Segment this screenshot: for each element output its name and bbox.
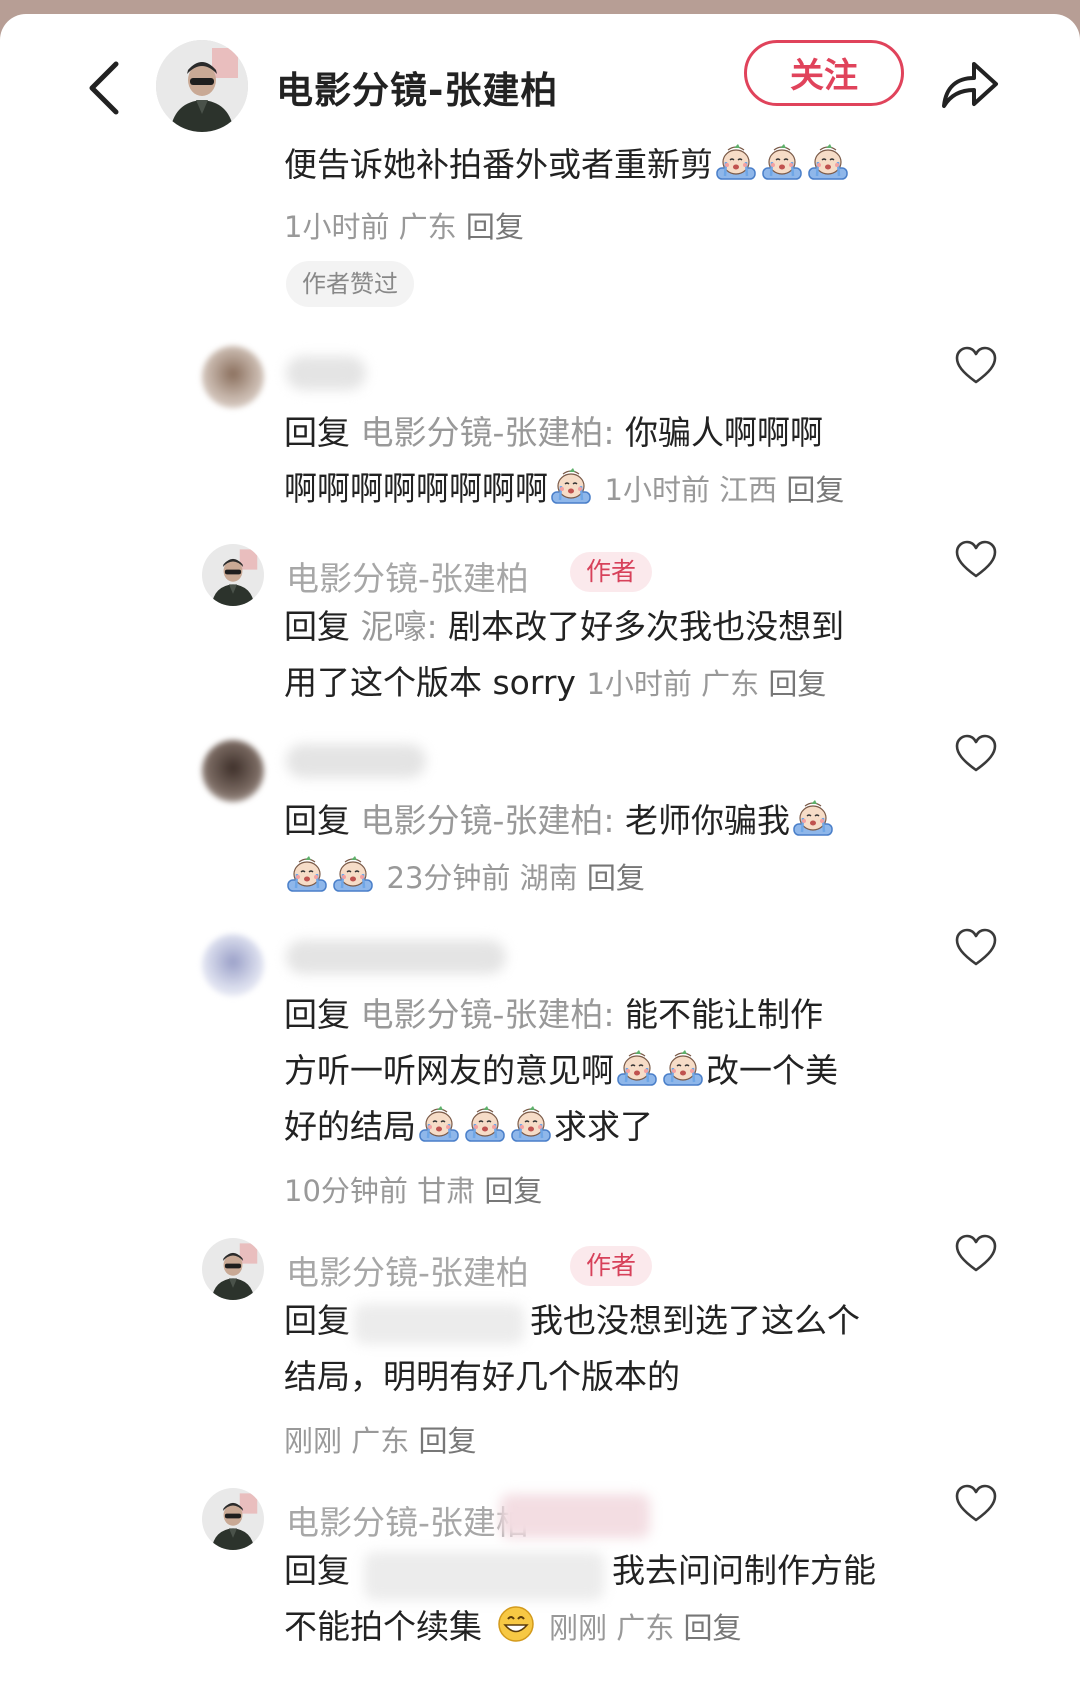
comment-meta: 1小时前 广东 回复 (284, 210, 524, 244)
comment-panel: 电影分镜-张建柏 关注 便告诉她补拍番外或者重新剪 1小时前 广东 回复 作者赞… (0, 14, 1080, 1688)
blurred-tag (500, 1494, 650, 1538)
author-avatar[interactable] (202, 1488, 264, 1550)
comment-text: 回复 (284, 1551, 350, 1590)
author-tag: 作者 (570, 1246, 653, 1286)
reply-link[interactable]: 回复 (683, 1611, 741, 1645)
author-name[interactable]: 电影分镜-张建柏 (286, 552, 529, 600)
crying-emoji-icon (791, 798, 835, 838)
author-avatar[interactable] (202, 544, 264, 606)
author-avatar[interactable] (156, 40, 248, 132)
comment-text: 回复 电影分镜-张建柏: 能不能让制作 (284, 995, 824, 1034)
follow-button[interactable]: 关注 (744, 40, 904, 106)
comment-text: 我也没想到选了这么个 (530, 1301, 860, 1340)
blurred-username (354, 1304, 524, 1344)
heart-icon[interactable] (954, 734, 998, 774)
reply-link[interactable]: 回复 (484, 1174, 542, 1208)
avatar[interactable] (202, 346, 264, 408)
blurred-username (286, 940, 506, 974)
heart-icon[interactable] (954, 1234, 998, 1274)
author-name[interactable]: 电影分镜-张建柏 (286, 1246, 529, 1294)
comment-text: 便告诉她补拍番外或者重新剪 (284, 136, 851, 194)
author-tag: 作者 (570, 552, 653, 592)
reply-link[interactable]: 回复 (587, 861, 645, 895)
crying-emoji-icon (549, 466, 593, 506)
blurred-username (286, 356, 366, 390)
reply-link[interactable]: 回复 (786, 473, 844, 507)
crying-emoji-icon (417, 1104, 461, 1144)
comment-meta: 刚刚 广东 回复 (284, 1424, 477, 1458)
comment-text: 我去问问制作方能 (612, 1551, 876, 1590)
heart-icon[interactable] (954, 1484, 998, 1524)
comment-text: 回复 电影分镜-张建柏: 你骗人啊啊啊 (284, 413, 824, 452)
crying-emoji-icon (463, 1104, 507, 1144)
crying-emoji-icon (806, 142, 850, 182)
grin-emoji-icon (497, 1606, 534, 1642)
author-name[interactable]: 电影分镜-张建柏 (286, 1496, 529, 1544)
crying-emoji-icon (615, 1048, 659, 1088)
share-icon[interactable] (938, 56, 1000, 112)
crying-emoji-icon (509, 1104, 553, 1144)
reply-link[interactable]: 回复 (466, 210, 524, 244)
page-title: 电影分镜-张建柏 (276, 69, 559, 112)
comment-text: 用了这个版本 sorry 1小时前 广东 回复 (284, 663, 827, 702)
blurred-username (364, 1552, 604, 1600)
comment-text: 啊啊啊啊啊啊啊啊 1小时前 江西 回复 (284, 460, 844, 519)
avatar[interactable] (202, 740, 264, 802)
comment-text: 好的结局 求求了 (284, 1098, 653, 1156)
crying-emoji-icon (331, 854, 375, 894)
crying-emoji-icon (285, 854, 329, 894)
author-liked-chip: 作者赞过 (286, 261, 414, 307)
comment-text: 回复 电影分镜-张建柏: 老师你骗我 (284, 792, 836, 850)
avatar[interactable] (202, 934, 264, 996)
comment-text: 不能拍个续集 刚刚 广东 回复 (284, 1598, 741, 1657)
reply-link[interactable]: 回复 (418, 1424, 476, 1458)
crying-emoji-icon (714, 142, 758, 182)
back-icon[interactable] (82, 58, 126, 118)
heart-icon[interactable] (954, 928, 998, 968)
comment-text: 方听一听网友的意见啊 改一个美 (284, 1042, 838, 1100)
reply-link[interactable]: 回复 (768, 667, 826, 701)
comment-text: 回复 (284, 1301, 350, 1340)
crying-emoji-icon (760, 142, 804, 182)
heart-icon[interactable] (954, 540, 998, 580)
comment-text: 回复 泥嚎: 剧本改了好多次我也没想到 (284, 607, 845, 646)
author-avatar[interactable] (202, 1238, 264, 1300)
heart-icon[interactable] (954, 346, 998, 386)
crying-emoji-icon (661, 1048, 705, 1088)
comment-meta: 10分钟前 甘肃 回复 (284, 1174, 543, 1208)
blurred-username (286, 744, 426, 778)
comment-text: 23分钟前 湖南 回复 (284, 848, 645, 907)
top-bar: 电影分镜-张建柏 关注 (0, 14, 1080, 154)
comment-text: 结局，明明有好几个版本的 (284, 1357, 680, 1396)
